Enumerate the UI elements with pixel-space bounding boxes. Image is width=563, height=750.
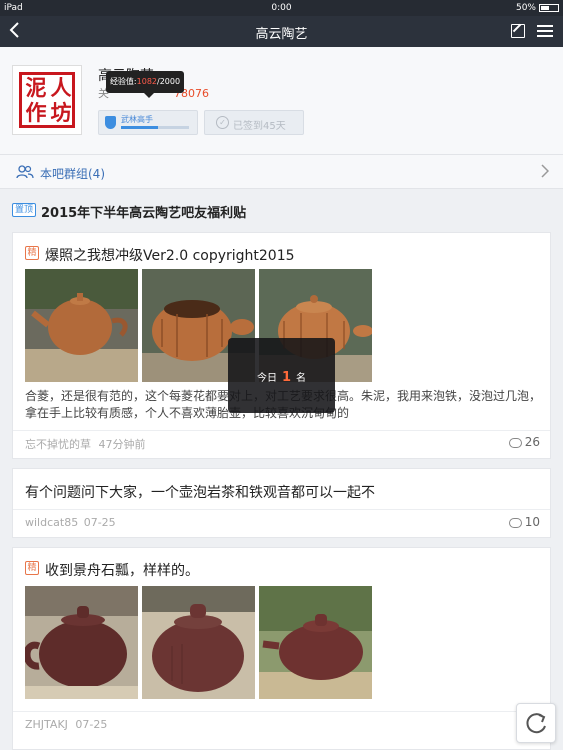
post-meta: ZHJTAKJ 07-25	[25, 718, 107, 731]
logo-char: 人	[50, 75, 72, 100]
logo-seal: 泥 人 作 坊	[19, 72, 75, 128]
level-name: 武林高手	[121, 115, 153, 124]
pinned-badge: 置顶	[12, 203, 37, 217]
post-author[interactable]: wildcat85	[25, 516, 78, 529]
essence-badge: 精	[25, 246, 39, 260]
xp-label: 经验值:	[109, 77, 137, 86]
comment-bubble-icon	[508, 517, 522, 528]
post-image[interactable]	[25, 269, 138, 382]
logo-char: 泥	[25, 75, 47, 100]
post-time: 07-25	[75, 718, 108, 731]
battery-percent: 50%	[515, 3, 536, 13]
comment-number: 10	[524, 515, 540, 529]
menu-icon[interactable]	[537, 25, 553, 37]
level-progress-fill	[121, 126, 158, 129]
post-image[interactable]	[25, 586, 138, 699]
forum-groups-row[interactable]: 本吧群组(4)	[0, 154, 563, 189]
status-bar: iPad 0:00 50%	[0, 0, 563, 16]
battery-icon	[539, 3, 559, 12]
post-time: 47分钟前	[98, 438, 146, 451]
divider	[13, 509, 550, 510]
experience-tooltip: 经验值:1082/2000	[106, 71, 184, 98]
pinned-title: 2015年下半年高云陶艺吧友福利贴	[41, 206, 247, 221]
post-image[interactable]	[142, 586, 255, 699]
post-author[interactable]: 忘不掉忧的草	[25, 438, 91, 451]
group-icon	[16, 165, 34, 179]
chevron-right-icon	[541, 163, 550, 182]
post-card[interactable]: 精 收到景舟石瓢，样样的。 ZHJTAKJ 07-25	[12, 547, 551, 750]
forum-header: 泥 人 作 坊 高云陶艺 关 78076 经验值:1082/2000 武林高手 …	[0, 47, 563, 154]
post-meta: 忘不掉忧的草 47分钟前	[25, 436, 146, 452]
level-badge[interactable]: 武林高手	[98, 110, 198, 135]
post-meta: wildcat85 07-25	[25, 516, 116, 529]
comment-count: 10	[508, 515, 540, 529]
rank-number: 1	[281, 370, 292, 385]
comment-number: 26	[524, 435, 540, 449]
rank-suffix: 名	[296, 373, 307, 384]
divider	[13, 711, 550, 712]
refresh-button[interactable]	[516, 703, 556, 743]
post-image[interactable]	[259, 586, 372, 699]
level-progress-bar	[121, 126, 189, 129]
post-title: 收到景舟石瓢，样样的。	[45, 563, 199, 579]
logo-char: 作	[25, 100, 47, 125]
compose-icon[interactable]	[511, 24, 525, 38]
post-title: 爆照之我想冲级Ver2.0 copyright2015	[45, 248, 295, 264]
battery-status: 50%	[516, 3, 559, 13]
xp-current: 1082	[136, 77, 157, 86]
signed-in-button[interactable]: ✓ 已签到45天	[204, 110, 304, 135]
comment-count: 26	[508, 435, 540, 449]
groups-label: 本吧群组(4)	[40, 167, 105, 181]
forum-logo[interactable]: 泥 人 作 坊	[12, 65, 82, 135]
shield-icon	[105, 116, 116, 129]
page-title: 高云陶艺	[255, 27, 308, 42]
xp-total: /2000	[157, 77, 181, 86]
post-card[interactable]: 有个问题问下大家，一个壶泡岩茶和铁观音都可以一起不 wildcat85 07-2…	[12, 468, 551, 538]
clock: 0:00	[271, 3, 292, 13]
rank-toast: 今日 1 名	[228, 338, 335, 413]
nav-bar: 高云陶艺	[0, 16, 563, 47]
post-time: 07-25	[83, 516, 116, 529]
refresh-icon	[526, 713, 546, 734]
pinned-post[interactable]: 置顶 2015年下半年高云陶艺吧友福利贴	[0, 198, 563, 224]
rank-toast-text: 今日 1 名	[228, 369, 335, 385]
post-author[interactable]: ZHJTAKJ	[25, 718, 68, 731]
checkmark-icon: ✓	[216, 116, 229, 129]
logo-char: 坊	[50, 100, 72, 125]
essence-badge: 精	[25, 561, 39, 575]
comment-bubble-icon	[508, 437, 522, 448]
rank-prefix: 今日	[256, 373, 277, 384]
signed-in-label: 已签到45天	[233, 121, 286, 132]
post-title: 有个问题问下大家，一个壶泡岩茶和铁观音都可以一起不	[25, 485, 375, 501]
divider	[13, 430, 550, 431]
